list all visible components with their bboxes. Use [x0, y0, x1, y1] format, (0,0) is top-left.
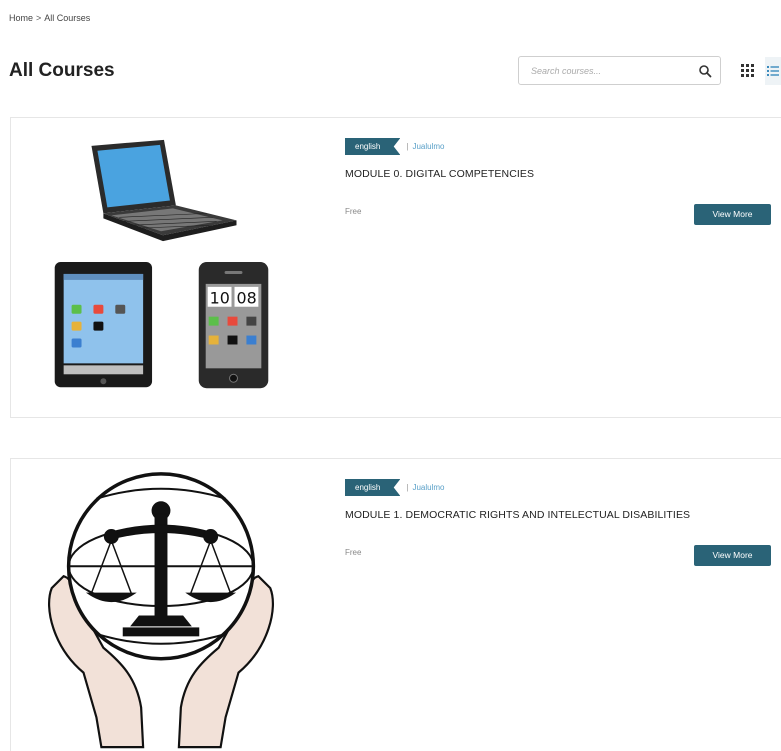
view-more-button[interactable]: View More	[694, 204, 771, 225]
search-box	[518, 56, 721, 85]
list-view-icon	[767, 66, 779, 76]
course-title[interactable]: MODULE 0. DIGITAL COMPETENCIES	[345, 168, 534, 180]
breadcrumb-current: All Courses	[44, 13, 91, 23]
page-title: All Courses	[9, 60, 115, 81]
list-view-button[interactable]	[765, 57, 781, 85]
tablet-icon	[54, 262, 153, 388]
svg-text:08: 08	[236, 289, 256, 308]
breadcrumb-home-link[interactable]: Home	[9, 13, 33, 23]
grid-view-icon[interactable]	[741, 64, 754, 77]
svg-text:10: 10	[210, 289, 230, 308]
course-meta: english | Jualulmo	[345, 138, 444, 155]
laptop-icon	[91, 139, 237, 242]
view-more-button[interactable]: View More	[694, 545, 771, 566]
breadcrumb: Home > All Courses	[9, 13, 90, 23]
search-icon[interactable]	[698, 64, 712, 78]
language-badge[interactable]: english	[345, 479, 401, 496]
course-price: Free	[345, 548, 362, 557]
breadcrumb-separator: >	[36, 13, 42, 23]
course-card: english | Jualulmo MODULE 1. DEMOCRATIC R…	[10, 458, 781, 751]
instructor-name: Jualulmo	[412, 483, 445, 492]
instructor-link[interactable]: | Jualulmo	[406, 483, 444, 492]
instructor-name: Jualulmo	[412, 142, 445, 151]
course-meta: english | Jualulmo	[345, 479, 444, 496]
search-input[interactable]	[519, 57, 689, 84]
justice-scales-illustration[interactable]	[11, 459, 311, 751]
devices-illustration[interactable]: 10 08	[11, 118, 311, 417]
course-card: 10 08 english | Jualulmo MODULE 0. DIGITA…	[10, 117, 781, 418]
course-price: Free	[345, 207, 362, 216]
instructor-link[interactable]: | Jualulmo	[406, 142, 444, 151]
course-title[interactable]: MODULE 1. DEMOCRATIC RIGHTS AND INTELECT…	[345, 509, 690, 521]
phone-icon: 10 08	[198, 262, 269, 389]
language-badge[interactable]: english	[345, 138, 401, 155]
